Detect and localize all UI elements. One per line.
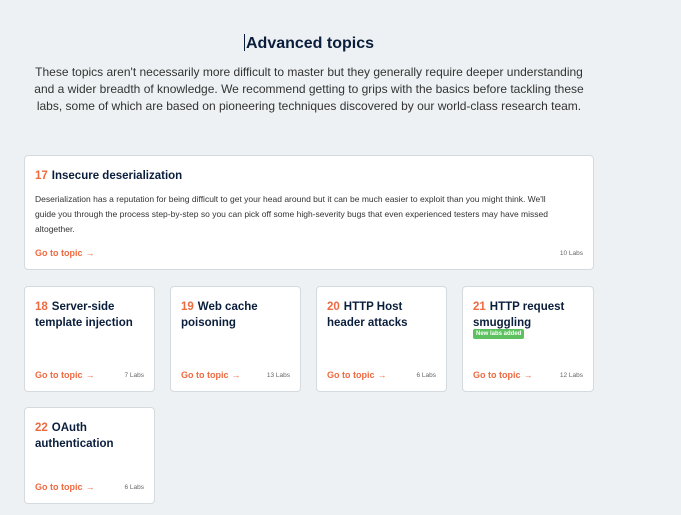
topic-number: 22 — [35, 422, 48, 434]
go-to-topic-link[interactable]: Go to topic → — [35, 370, 95, 380]
topic-name-line: Web cache — [197, 301, 258, 313]
topic-name-line: HTTP Host — [343, 301, 403, 313]
topic-name: Insecure deserialization — [51, 170, 183, 182]
go-to-topic-label: Go to topic — [35, 248, 83, 258]
labs-count: 7 Labs — [124, 372, 144, 379]
go-to-topic-link[interactable]: Go to topic → — [327, 370, 387, 380]
topic-card-web-cache-poisoning[interactable]: 19 Web cache poisoning Go to topic → 13 La… — [170, 286, 301, 392]
topic-name-line: authentication — [35, 438, 114, 450]
labs-count: 10 Labs — [559, 250, 583, 257]
topic-number: 19 — [181, 301, 194, 313]
arrow-right-icon: → — [523, 370, 533, 380]
topic-title: 19 Web cache poisoning — [181, 299, 292, 331]
topic-name-line: header attacks — [327, 317, 408, 329]
topic-title: 20 HTTP Host header attacks — [327, 299, 438, 331]
go-to-topic-label: Go to topic — [35, 482, 83, 492]
go-to-topic-link[interactable]: Go to topic → — [181, 370, 241, 380]
topic-name-line: poisoning — [181, 317, 236, 329]
intro-line: These topics aren't necessarily more dif… — [35, 65, 583, 79]
topic-number: 20 — [327, 301, 340, 313]
topic-card-server-side-template-injection[interactable]: 18 Server-side template injection Go to t… — [24, 286, 155, 392]
intro-line: labs, some of which are based on pioneer… — [36, 99, 582, 113]
labs-count: 6 Labs — [124, 484, 144, 491]
topic-title: 17 Insecure deserialization — [35, 168, 585, 184]
go-to-topic-label: Go to topic — [181, 370, 229, 380]
go-to-topic-label: Go to topic — [327, 370, 375, 380]
topic-title: 21 HTTP request smuggling — [473, 299, 585, 331]
topic-card-oauth-authentication[interactable]: 22 OAuth authentication Go to topic → 6 La… — [24, 407, 155, 504]
topic-name-line: HTTP request — [489, 301, 565, 313]
arrow-right-icon: → — [85, 370, 95, 380]
topic-title: 22 OAuth authentication — [35, 420, 146, 452]
arrow-right-icon: → — [377, 370, 387, 380]
description-line: altogether. — [35, 224, 75, 234]
go-to-topic-link[interactable]: Go to topic → — [35, 248, 95, 258]
topic-title: 18 Server-side template injection — [35, 299, 146, 331]
section-intro: These topics aren't necessarily more dif… — [28, 64, 590, 115]
go-to-topic-link[interactable]: Go to topic → — [473, 370, 533, 380]
topic-card-insecure-deserialization[interactable]: 17 Insecure deserialization Deserializati… — [24, 155, 594, 270]
text-cursor — [243, 34, 245, 51]
labs-count: 13 Labs — [266, 372, 290, 379]
description-line: Deserialization has a reputation for bei… — [35, 194, 546, 204]
go-to-topic-label: Go to topic — [473, 370, 521, 380]
topic-number: 17 — [35, 170, 48, 182]
go-to-topic-label: Go to topic — [35, 370, 83, 380]
new-labs-badge: New labs added — [473, 329, 525, 339]
topic-number: 21 — [473, 301, 486, 313]
topic-name-line: template injection — [35, 317, 133, 329]
arrow-right-icon: → — [231, 370, 241, 380]
go-to-topic-link[interactable]: Go to topic → — [35, 482, 95, 492]
section-title: Advanced topics — [0, 34, 618, 53]
labs-count: 12 Labs — [559, 372, 583, 379]
intro-line: and a wider breadth of knowledge. We rec… — [34, 82, 584, 96]
section-title-text: Advanced topics — [245, 35, 375, 52]
topic-description: Deserialization has a reputation for bei… — [35, 192, 583, 237]
topic-number: 18 — [35, 301, 48, 313]
arrow-right-icon: → — [85, 248, 95, 258]
topic-name-line: Server-side — [51, 301, 115, 313]
topic-card-http-request-smuggling[interactable]: 21 HTTP request smuggling New labs added … — [462, 286, 594, 392]
topic-name-line: OAuth — [51, 422, 87, 434]
labs-count: 6 Labs — [416, 372, 436, 379]
description-line: guide you through the process step-by-st… — [35, 209, 548, 219]
topic-card-http-host-header-attacks[interactable]: 20 HTTP Host header attacks Go to topic → … — [316, 286, 447, 392]
arrow-right-icon: → — [85, 482, 95, 492]
